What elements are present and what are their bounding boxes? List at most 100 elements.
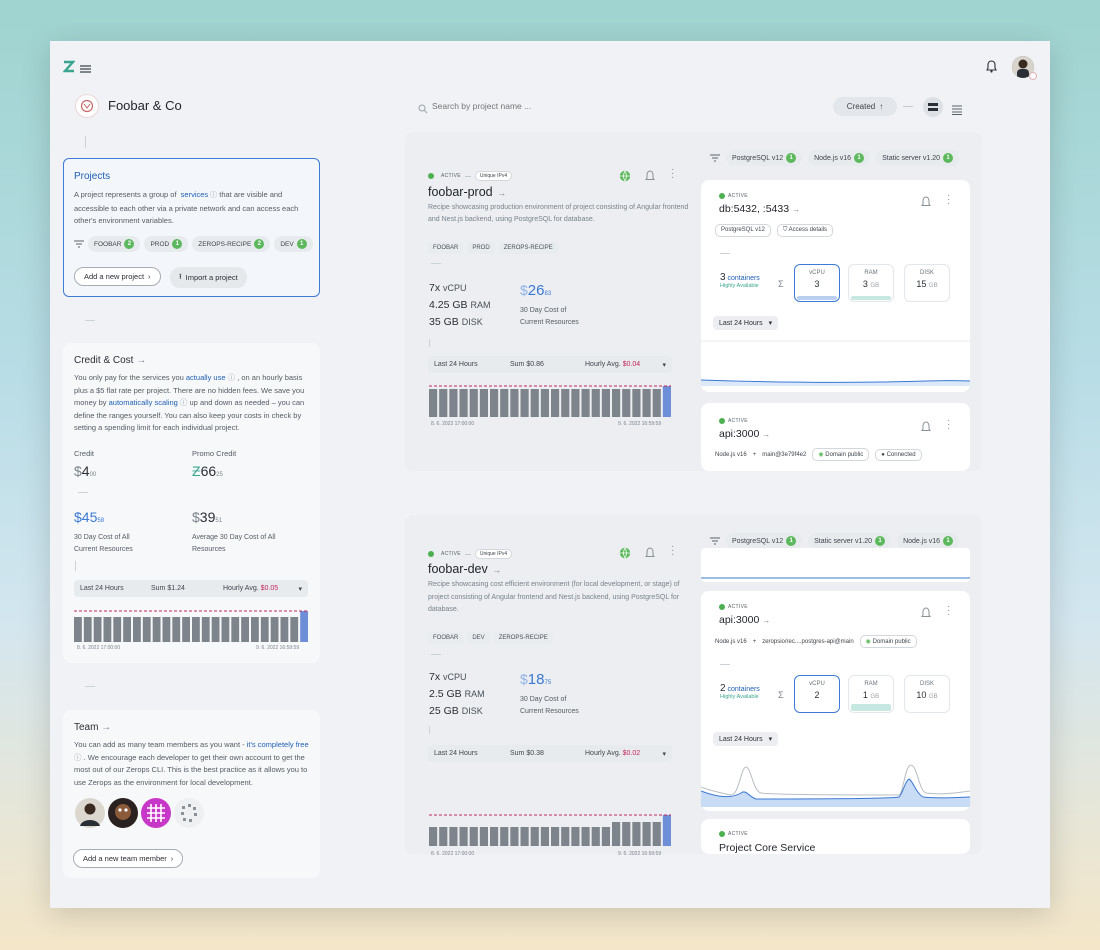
filter-chip-postgresql[interactable]: PostgreSQL v12 1 [726,150,803,166]
cost30-label: 30 Day Cost of All Current Resources [74,534,133,553]
project-tag[interactable]: DEV [467,632,490,644]
chart-date-start: 8. 6. 2022 17:00:00 [431,851,475,857]
bell-icon[interactable] [645,546,655,564]
zerops-logo-icon[interactable] [62,60,76,78]
caret-down-icon[interactable]: ▾ [298,585,302,593]
project-tag[interactable]: FOOBAR [428,632,464,644]
project-tag[interactable]: PROD [467,242,495,254]
services-link[interactable]: services [179,190,211,199]
card-view-toggle[interactable] [923,97,943,117]
org-logo[interactable] [75,94,99,118]
project-tag[interactable]: FOOBAR [428,242,464,254]
member-avatar[interactable] [108,798,138,828]
range-label: Last 24 Hours [434,361,478,368]
project-tag[interactable]: ZEROPS-RECIPE [493,632,553,644]
more-vertical-icon[interactable]: · · · [671,542,674,560]
notification-bell-icon[interactable] [986,60,997,78]
ram-resource-box[interactable]: RAM 3 GB [848,264,894,302]
filter-icon[interactable] [710,154,720,162]
auto-scaling-link[interactable]: automatically scaling [109,398,178,407]
filter-chip-static-server[interactable]: Static server v1.20 1 [808,533,892,549]
prod-cost-range-bar[interactable]: Last 24 Hours Sum $0.86 Hourly Avg. $0.0… [428,356,672,373]
more-vertical-icon[interactable]: · · · [947,191,950,209]
team-title[interactable]: Team → [74,722,111,733]
credit-title[interactable]: Credit & Cost → [74,355,146,366]
list-view-icon[interactable] [952,102,962,120]
filter-chip-nodejs[interactable]: Node.js v16 1 [897,533,960,549]
service-card-core[interactable]: ACTIVE Project Core Service [701,819,970,854]
service-card-api[interactable]: ACTIVE api:3000 → · · · Node.js v16 + zero… [701,591,970,811]
tag-chip-zerops-recipe[interactable]: ZEROPS-RECIPE 2 [192,236,271,252]
bell-icon[interactable] [921,195,931,213]
sort-button[interactable]: Created ↑ [833,97,897,116]
bell-icon[interactable] [921,420,931,438]
free-link[interactable]: it's completely free [247,740,309,749]
tag-chip-prod[interactable]: PROD 1 [144,236,189,252]
project-tag[interactable]: ZEROPS-RECIPE [498,242,558,254]
filter-chip-static-server[interactable]: Static server v1.20 1 [876,150,960,166]
filter-chip-nodejs[interactable]: Node.js v16 1 [808,150,871,166]
more-vertical-icon[interactable]: · · · [947,602,950,620]
access-details-button[interactable]: ⛉ Access details [776,224,834,237]
cost-bar [231,617,240,642]
dev-cost-range-bar[interactable]: Last 24 Hours Sum $0.38 Hourly Avg. $0.0… [428,745,672,762]
credit-cost-range-bar[interactable]: Last 24 Hours Sum $1.24 Hourly Avg. $0.0… [74,580,308,597]
help-icon[interactable]: ⓘ [210,192,217,199]
ram-resource-box[interactable]: RAM 1 GB [848,675,894,713]
search-input[interactable] [432,99,632,113]
globe-icon[interactable] [619,169,631,187]
service-range-select[interactable]: Last 24 Hours ▾ [713,316,779,330]
service-name[interactable]: api:3000 → [719,614,770,626]
disk-label: DISK [461,706,483,716]
cost-bar [182,617,190,642]
cost-bar [459,827,468,846]
member-avatar[interactable] [141,798,171,828]
member-avatar[interactable] [174,798,204,828]
service-card-db[interactable]: ACTIVE db:5432, :5433 → · · · PostgreSQL v… [701,180,970,392]
service-name[interactable]: db:5432, :5433 → [719,203,800,215]
actually-use-link[interactable]: actually use [186,373,226,382]
project-name-dev[interactable]: foobar-dev → [428,560,501,578]
github-connected-badge[interactable]: ● Connected [875,448,922,461]
domain-badge[interactable]: ◉ Domain public [812,448,870,461]
cost-bar [439,389,448,417]
service-range-select[interactable]: Last 24 Hours ▾ [713,732,779,746]
disk-resource-box[interactable]: DISK 15 GB [904,264,950,302]
cost-bar [429,827,438,846]
menu-icon[interactable] [80,61,91,79]
globe-icon[interactable] [619,546,631,564]
more-vertical-icon[interactable]: · · · [671,165,674,183]
domain-badge[interactable]: ◉ Domain public [859,635,917,648]
help-icon[interactable]: ⓘ [74,753,82,762]
cost-bar [632,389,641,417]
add-team-member-button[interactable]: Add a new team member › [73,849,184,868]
help-icon[interactable]: ⓘ [180,398,188,407]
disk-value: 35 GB [429,316,459,328]
tag-chip-dev[interactable]: DEV 1 [274,236,313,252]
filter-icon[interactable] [74,240,84,248]
vcpu-resource-box[interactable]: vCPU 3 [794,264,840,302]
tag-chip-foobar[interactable]: FOOBAR 2 [88,236,141,252]
bell-icon[interactable] [921,606,931,624]
member-avatar[interactable] [75,798,105,828]
caret-down-icon[interactable]: ▾ [662,750,666,758]
add-project-button[interactable]: Add a new project › [74,267,161,286]
org-name[interactable]: Foobar & Co [108,98,182,113]
vcpu-resource-box[interactable]: vCPU 2 [794,675,840,713]
filter-label: Static server v1.20 [814,537,873,545]
project-name-prod[interactable]: foobar-prod → [428,183,506,201]
caret-down-icon[interactable]: ▾ [662,361,666,369]
more-vertical-icon[interactable]: · · · [947,416,950,434]
disk-resource-box[interactable]: DISK 10 GB [904,675,950,713]
bell-icon[interactable] [645,169,655,187]
service-name[interactable]: api:3000 → [719,428,770,440]
tag-label: FOOBAR [94,240,122,248]
import-project-button[interactable]: ⭱ Import a project [170,267,247,288]
filter-chip-postgresql[interactable]: PostgreSQL v12 1 [726,533,803,549]
service-name[interactable]: Project Core Service [719,842,815,854]
project-description: Recipe showcasing cost efficient environ… [428,581,680,613]
service-card-api[interactable]: ACTIVE api:3000 → · · · Node.js v16 + main… [701,403,970,471]
filter-icon[interactable] [710,537,720,545]
status-active-icon [719,193,725,199]
help-icon[interactable]: ⓘ [228,373,236,382]
